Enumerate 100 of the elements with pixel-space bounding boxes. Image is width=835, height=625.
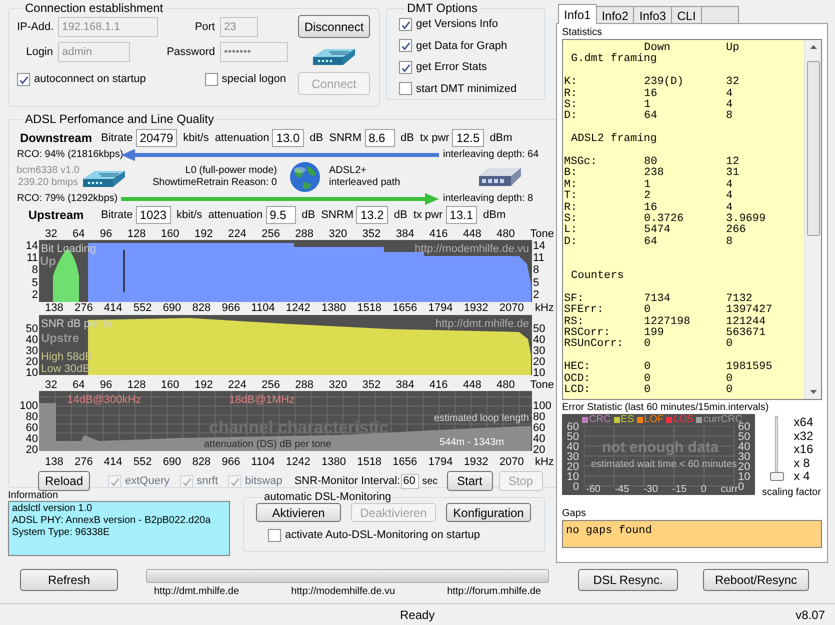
axis-tick-label: 288 — [295, 228, 314, 240]
axis-tick-label: 30 — [566, 452, 579, 462]
axis-tick-label: 1104 — [251, 456, 275, 468]
reload-button[interactable]: Reload — [38, 471, 90, 491]
checkbox[interactable]: special logon — [204, 71, 286, 88]
axis-tick-label: 1794 — [428, 302, 453, 314]
field-label: dB — [400, 130, 414, 146]
value-field: 1023 — [136, 206, 170, 224]
axis-tick-label: 320 — [328, 379, 348, 391]
tab[interactable]: Info1 — [558, 4, 597, 24]
axis-tick-label: 966 — [222, 456, 240, 468]
scroll-down-icon[interactable] — [810, 390, 816, 394]
link[interactable]: http://modemhilfe.de.vu — [291, 584, 396, 599]
interval-field[interactable]: 60 — [401, 474, 420, 488]
axis-tick-label: 60 — [566, 422, 579, 432]
column-header: Up — [726, 43, 740, 54]
statistics-cell-text: 4 — [726, 88, 734, 100]
field-label: dB — [310, 130, 324, 146]
axis-tick-label: 96 — [100, 228, 112, 240]
field-label: dBm — [490, 130, 512, 146]
axis-tick-label: 30 — [533, 346, 546, 357]
button[interactable]: Konfiguration — [446, 503, 531, 522]
scale-label: x32 — [794, 430, 814, 442]
axis-tick-label: 416 — [429, 228, 448, 240]
interleaving-text: interleaving depth: 64 — [443, 149, 540, 161]
axis-tick-label: 288 — [295, 379, 314, 391]
checkbox[interactable]: start DMT minimized — [399, 80, 532, 97]
axis-tick-label: 20 — [566, 462, 579, 472]
axis-tick-label: 160 — [160, 228, 180, 240]
statistics-cell-text: OCD: — [564, 374, 592, 385]
scrollbar-thumb[interactable] — [806, 61, 820, 236]
statistics-section: ADSL2 framing — [564, 134, 804, 146]
info-line: adslctl version 1.0 — [12, 503, 94, 515]
checkbox[interactable]: autoconnect on startup — [17, 71, 146, 88]
statistics-cell-text: T: — [564, 191, 578, 202]
field-label: Bitrate — [101, 208, 133, 223]
link[interactable]: http://forum.mhilfe.de — [447, 584, 541, 599]
section-title: Gaps — [562, 508, 587, 520]
group-title: DMT Options — [406, 1, 478, 15]
axis-tick-label: 11 — [26, 253, 38, 264]
axis-tick-label: 416 — [429, 379, 448, 391]
axis-tick-label: 0 — [572, 482, 579, 492]
line-type-text: ADSL2+ — [329, 165, 368, 177]
reboot-button[interactable]: Reboot/Resync — [703, 569, 809, 591]
statistics-cell-text: HEC: — [564, 362, 592, 374]
statistics-cell-text: 1227198 — [644, 316, 692, 328]
button[interactable]: Aktivieren — [256, 503, 341, 522]
left-arrow-icon — [121, 149, 439, 161]
slider-thumb[interactable] — [770, 472, 784, 481]
gaps-text: no gaps found — [562, 520, 822, 548]
checkbox[interactable]: get Data for Graph — [399, 38, 532, 54]
checkmark-icon — [18, 74, 29, 86]
button[interactable]: Start — [446, 471, 493, 491]
info-line: System Type: 96338E — [12, 527, 111, 539]
axis-tick-label: 320 — [328, 228, 348, 240]
field-label: dBm — [483, 208, 506, 223]
checkmark-icon — [180, 476, 192, 488]
statistics-cell-text: 0 — [644, 385, 652, 396]
axis-tick-label: 10 — [533, 368, 546, 379]
axis-tick-label: 1518 — [357, 456, 382, 468]
axis-tick-label: 138 — [45, 456, 64, 468]
tab[interactable]: Info3 — [633, 6, 672, 23]
blank-tab[interactable] — [700, 6, 739, 23]
statistics-cell-text: 5474 — [644, 225, 672, 236]
link[interactable]: http://dmt.mhilfe.de — [154, 584, 240, 599]
axis-tick-label: 480 — [496, 228, 515, 240]
field-label: dB — [394, 208, 408, 223]
statistics-cell-text: 32 — [726, 77, 740, 88]
axis-tick-label: 30 — [738, 452, 750, 462]
statistics-cell-text: M: — [564, 180, 578, 191]
axis-tick-label: 20 — [26, 357, 38, 368]
axis-tick-label: 14 — [533, 240, 546, 252]
axis-tick-label: 138 — [45, 302, 64, 314]
checkbox[interactable]: get Error Stats — [399, 59, 532, 76]
statistics-cell-text: 64 — [644, 111, 658, 123]
tab[interactable]: CLI — [671, 6, 702, 23]
checkbox[interactable]: get Versions Info — [399, 16, 532, 32]
statistics-cell-text: 7134 — [644, 294, 672, 305]
axis-tick-label: 1104 — [251, 302, 275, 314]
field-label: Bitrate — [101, 130, 133, 146]
slider[interactable] — [770, 414, 784, 482]
tab[interactable]: Info2 — [596, 6, 634, 23]
axis-tick-label: 60 — [738, 422, 750, 432]
scroll-up-icon[interactable] — [810, 45, 816, 49]
refresh-button[interactable]: Refresh — [20, 569, 118, 591]
axis-tick-label: 1380 — [322, 302, 346, 314]
button[interactable]: Disconnect — [298, 15, 370, 38]
checkmark-icon — [229, 476, 240, 488]
resync-button[interactable]: DSL Resync. — [578, 569, 678, 591]
axis-tick-label: 5 — [32, 278, 38, 289]
statistics-cell-text: R: — [564, 202, 578, 214]
checkbox[interactable]: activate Auto-DSL-Monitoring on startup — [268, 527, 532, 544]
field-label: tx pwr — [420, 130, 450, 146]
value-field: 13.0 — [272, 129, 304, 147]
axis-tick-label: 1656 — [392, 302, 418, 314]
axis-tick-label: 20 — [533, 357, 546, 368]
statistics-cell-text: 239(D) — [644, 77, 685, 88]
scrollbar[interactable] — [804, 40, 821, 399]
stream-name: Upstream — [27, 207, 85, 224]
axis-tick-label: -60 — [586, 484, 600, 495]
